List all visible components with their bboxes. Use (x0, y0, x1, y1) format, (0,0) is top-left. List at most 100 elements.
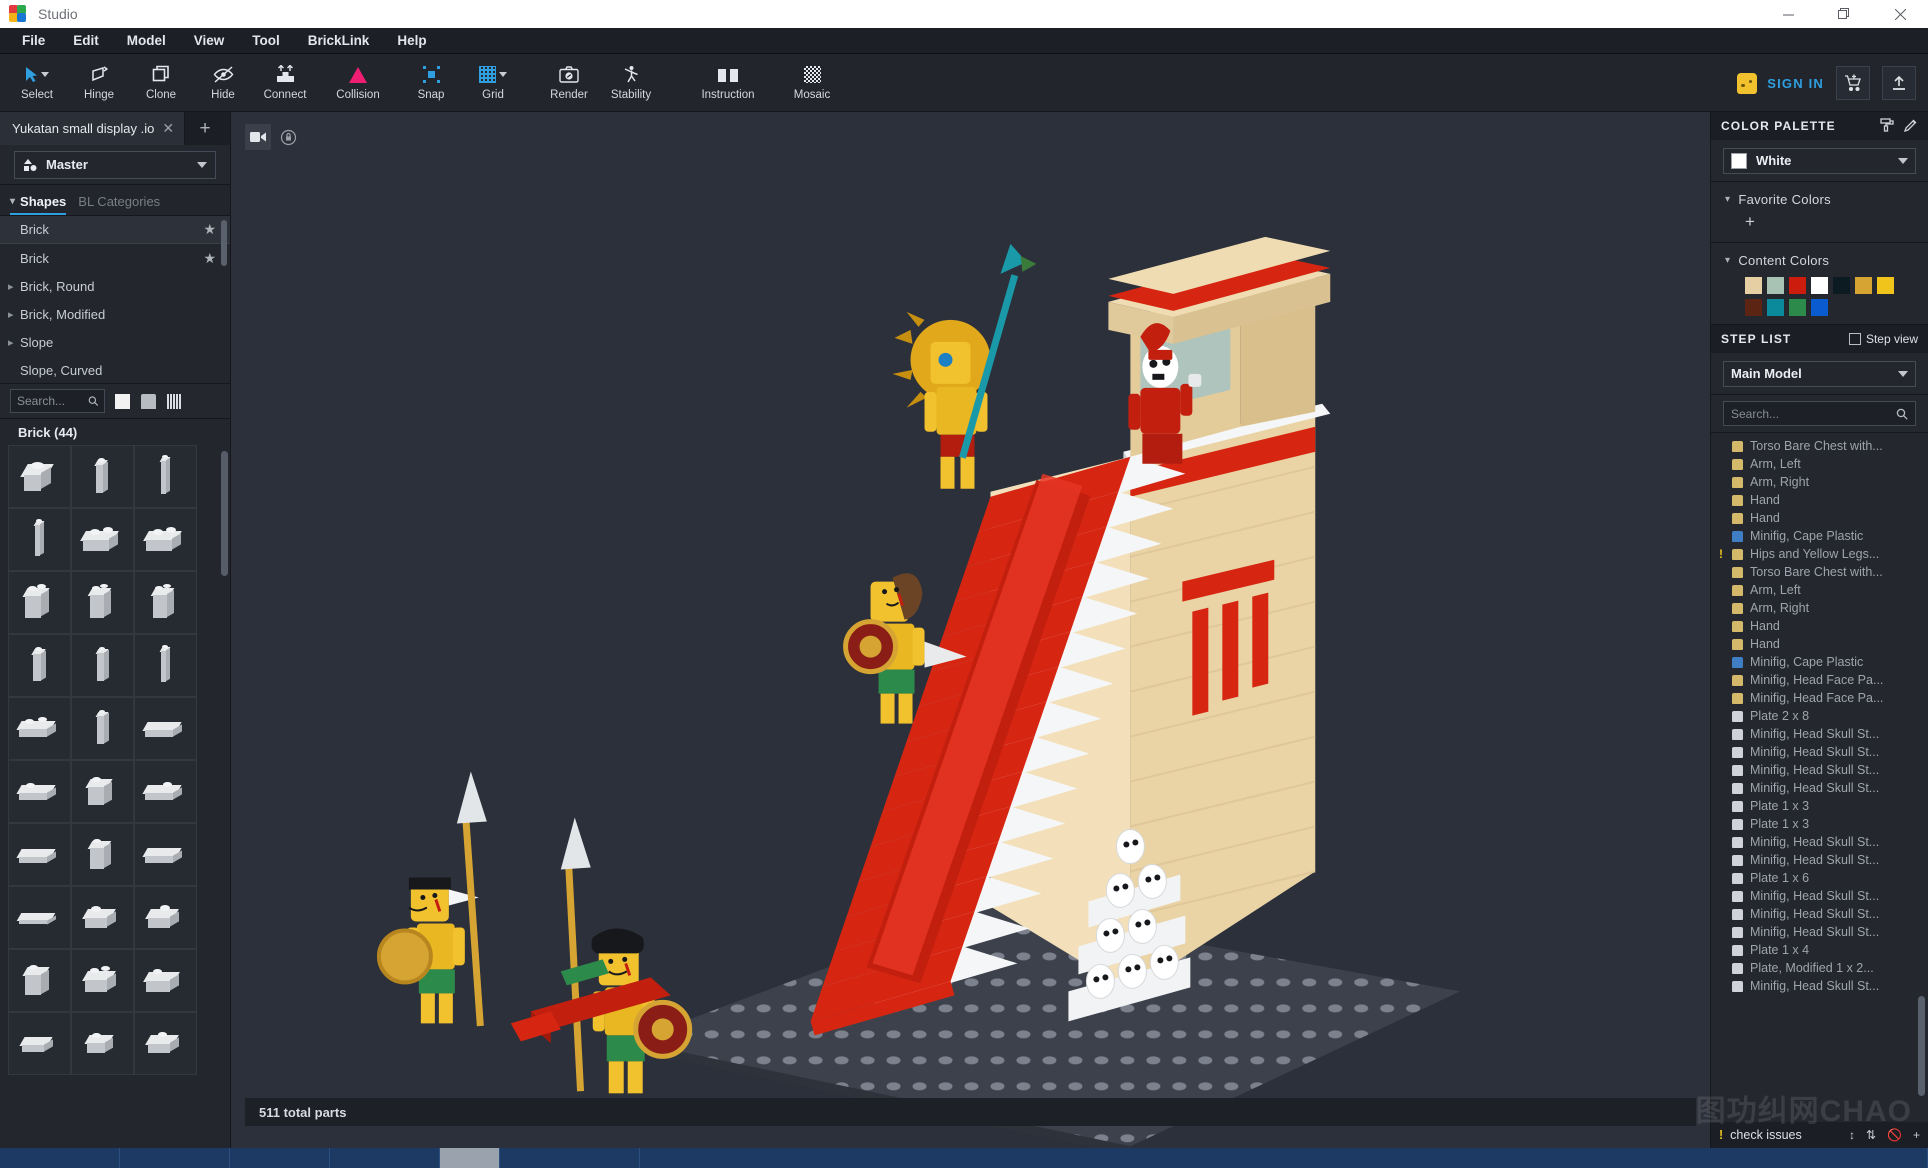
menu-model[interactable]: Model (113, 28, 180, 54)
tool-select[interactable]: Select (6, 54, 68, 112)
color-swatch[interactable] (1833, 277, 1850, 294)
step-list-item[interactable]: Hand (1711, 509, 1928, 527)
part-thumb[interactable] (8, 508, 71, 571)
part-thumb[interactable] (71, 760, 134, 823)
part-thumb[interactable] (71, 571, 134, 634)
step-search-input[interactable] (1723, 401, 1916, 426)
search-input-field[interactable] (17, 394, 88, 408)
tool-clone[interactable]: Clone (130, 54, 192, 112)
favorite-star-icon[interactable]: ★ (203, 221, 216, 238)
close-icon[interactable]: ✕ (162, 120, 174, 137)
content-color-swatches[interactable] (1711, 271, 1901, 316)
step-list-item[interactable]: Minifig, Cape Plastic (1711, 527, 1928, 545)
step-list-item[interactable]: Minifig, Head Skull St... (1711, 923, 1928, 941)
tool-render[interactable]: Render (538, 54, 600, 112)
step-list-item[interactable]: Arm, Left (1711, 455, 1928, 473)
color-swatch[interactable] (1877, 277, 1894, 294)
step-list-item[interactable]: Arm, Right (1711, 473, 1928, 491)
step-list-item[interactable]: Minifig, Head Skull St... (1711, 743, 1928, 761)
parts-grid-scrollbar[interactable] (221, 451, 228, 576)
step-list-item[interactable]: Plate 2 x 8 (1711, 707, 1928, 725)
upload-button[interactable] (1882, 66, 1916, 100)
model-viewport[interactable]: 511 total parts (231, 112, 1711, 1148)
menu-file[interactable]: File (8, 28, 59, 54)
part-thumb[interactable] (134, 697, 197, 760)
part-thumb[interactable] (8, 571, 71, 634)
step-search-field[interactable] (1731, 406, 1896, 421)
step-list-item[interactable]: Hand (1711, 491, 1928, 509)
taskbar-segment[interactable] (230, 1148, 330, 1168)
step-list[interactable]: Torso Bare Chest with... Arm, Left Arm, Ri… (1711, 433, 1928, 1122)
step-list-item[interactable]: Plate 1 x 3 (1711, 815, 1928, 833)
part-thumb[interactable] (71, 697, 134, 760)
part-thumb[interactable] (8, 634, 71, 697)
color-swatch[interactable] (1789, 277, 1806, 294)
part-thumb[interactable] (71, 508, 134, 571)
step-list-item[interactable]: Torso Bare Chest with... (1711, 437, 1928, 455)
tool-instruction[interactable]: Instruction (686, 54, 770, 112)
color-swatch[interactable] (1789, 299, 1806, 316)
step-list-item[interactable]: Plate 1 x 4 (1711, 941, 1928, 959)
menu-tool[interactable]: Tool (238, 28, 294, 54)
part-thumb[interactable] (8, 760, 71, 823)
part-thumb[interactable] (8, 445, 71, 508)
part-thumb[interactable] (8, 823, 71, 886)
step-list-item[interactable]: Minifig, Cape Plastic (1711, 653, 1928, 671)
step-view-toggle[interactable]: Step view (1848, 332, 1918, 346)
view-mode-color-button[interactable] (139, 392, 157, 410)
eyedropper-icon[interactable] (1903, 118, 1918, 135)
tool-mosaic[interactable]: Mosaic (770, 54, 854, 112)
maximize-button[interactable] (1816, 0, 1872, 28)
part-thumb[interactable] (134, 760, 197, 823)
expand-icon[interactable]: ⇅ (1866, 1128, 1876, 1142)
part-thumb[interactable] (8, 886, 71, 949)
model-dropdown[interactable]: Main Model (1723, 360, 1916, 387)
step-list-item[interactable]: Plate, Modified 1 x 2... (1711, 959, 1928, 977)
step-list-item[interactable]: Hand (1711, 635, 1928, 653)
tab-shapes[interactable]: ▾ Shapes (10, 194, 67, 215)
category-scrollbar[interactable] (221, 220, 227, 266)
collapse-icon[interactable]: ↕ (1849, 1128, 1855, 1142)
hide-icon[interactable]: 🚫 (1887, 1128, 1902, 1142)
search-input[interactable] (10, 389, 105, 413)
taskbar-segment[interactable] (640, 1148, 1928, 1168)
step-list-item[interactable]: Minifig, Head Skull St... (1711, 851, 1928, 869)
step-list-item[interactable]: Torso Bare Chest with... (1711, 563, 1928, 581)
check-issues-bar[interactable]: ! check issues ↕ ⇅ 🚫 + (1711, 1122, 1928, 1148)
step-list-item[interactable]: Arm, Left (1711, 581, 1928, 599)
category-item-brick-1[interactable]: Brick ★ (0, 216, 230, 244)
add-favorite-color-button[interactable]: + (1711, 210, 1928, 234)
step-list-item[interactable]: Minifig, Head Skull St... (1711, 725, 1928, 743)
category-item-brick-round[interactable]: ▸ Brick, Round (0, 272, 230, 300)
part-thumb[interactable] (134, 445, 197, 508)
color-swatch[interactable] (1811, 277, 1828, 294)
part-thumb[interactable] (134, 571, 197, 634)
color-swatch[interactable] (1855, 277, 1872, 294)
taskbar-segment[interactable] (330, 1148, 440, 1168)
expand-arrow-icon[interactable]: ▸ (8, 308, 20, 321)
category-item-slope-curved[interactable]: Slope, Curved (0, 356, 230, 383)
part-thumb[interactable] (8, 1012, 71, 1075)
taskbar-segment[interactable] (500, 1148, 640, 1168)
content-colors-header[interactable]: ▾ Content Colors (1711, 249, 1928, 271)
part-thumb[interactable] (71, 823, 134, 886)
part-thumb[interactable] (134, 1012, 197, 1075)
part-thumb[interactable] (71, 1012, 134, 1075)
color-swatch[interactable] (1767, 299, 1784, 316)
step-list-item[interactable]: Minifig, Head Skull St... (1711, 779, 1928, 797)
part-thumb[interactable] (134, 508, 197, 571)
lego-model-render[interactable] (231, 112, 1710, 1148)
step-list-item[interactable]: Arm, Right (1711, 599, 1928, 617)
favorite-colors-header[interactable]: ▾ Favorite Colors (1711, 188, 1928, 210)
menu-help[interactable]: Help (383, 28, 440, 54)
menu-bricklink[interactable]: BrickLink (294, 28, 384, 54)
step-list-item[interactable]: Minifig, Head Skull St... (1711, 833, 1928, 851)
step-list-item[interactable]: Minifig, Head Skull St... (1711, 761, 1928, 779)
tool-connect[interactable]: Connect (254, 54, 316, 112)
part-thumb[interactable] (71, 445, 134, 508)
part-thumb[interactable] (71, 949, 134, 1012)
favorite-star-icon[interactable]: ★ (203, 250, 216, 267)
tool-grid[interactable]: Grid (462, 54, 524, 112)
color-swatch[interactable] (1811, 299, 1828, 316)
taskbar-segment[interactable] (0, 1148, 120, 1168)
